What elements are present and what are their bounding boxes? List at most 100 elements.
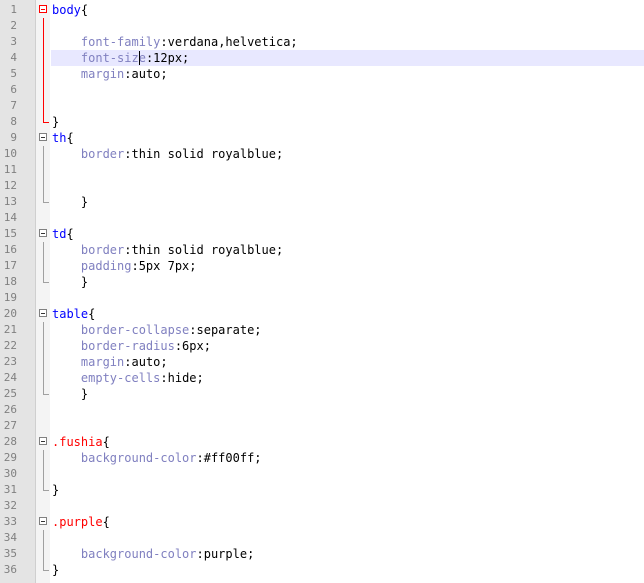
code-line[interactable]: 27: [0, 418, 644, 434]
code-text[interactable]: }: [52, 114, 59, 130]
code-token: padding: [80, 259, 132, 273]
fold-toggle-icon[interactable]: [39, 309, 47, 317]
code-text[interactable]: border:thin solid royalblue;: [52, 146, 283, 162]
fold-end-marker: [43, 482, 49, 491]
code-text[interactable]: empty-cells:hide;: [52, 370, 204, 386]
fold-guide: [43, 242, 44, 258]
fold-guide: [43, 258, 44, 274]
code-text[interactable]: }: [52, 562, 59, 578]
code-line[interactable]: 36}: [0, 562, 644, 578]
line-number: 2: [10, 19, 17, 32]
code-line[interactable]: 13 }: [0, 194, 644, 210]
fold-toggle-icon[interactable]: [39, 229, 47, 237]
code-line[interactable]: 17 padding:5px 7px;: [0, 258, 644, 274]
code-lines[interactable]: 1 body{2 3 font-family:verdana,helvetica; 4…: [0, 2, 644, 578]
code-line[interactable]: 5 margin:auto;: [0, 66, 644, 82]
fold-toggle-icon[interactable]: [39, 133, 47, 141]
code-line[interactable]: 23 margin:auto;: [0, 354, 644, 370]
code-line[interactable]: 20 table{: [0, 306, 644, 322]
code-token: :thin solid royalblue;: [124, 243, 284, 257]
code-line[interactable]: 22 border-radius:6px;: [0, 338, 644, 354]
code-text[interactable]: background-color:purple;: [52, 546, 254, 562]
code-editor[interactable]: 1 body{2 3 font-family:verdana,helvetica; 4…: [0, 0, 644, 583]
fold-toggle-icon[interactable]: [39, 517, 47, 525]
code-text[interactable]: }: [52, 482, 59, 498]
code-line[interactable]: 15 td{: [0, 226, 644, 242]
code-line[interactable]: 11: [0, 162, 644, 178]
line-number: 23: [3, 355, 17, 368]
code-line[interactable]: 7: [0, 98, 644, 114]
code-line[interactable]: 34: [0, 530, 644, 546]
code-token: }: [52, 483, 60, 497]
code-line[interactable]: 24 empty-cells:hide;: [0, 370, 644, 386]
code-token: background-color: [80, 547, 197, 561]
code-text[interactable]: th{: [52, 130, 74, 146]
code-text[interactable]: border-radius:6px;: [52, 338, 211, 354]
fold-guide: [43, 146, 44, 162]
code-line[interactable]: 28 .fushia{: [0, 434, 644, 450]
code-text[interactable]: .purple{: [52, 514, 110, 530]
code-token: {: [88, 307, 96, 321]
code-text[interactable]: border-collapse:separate;: [52, 322, 262, 338]
line-number: 19: [3, 291, 17, 304]
code-line[interactable]: 35 background-color:purple;: [0, 546, 644, 562]
code-line[interactable]: 8}: [0, 114, 644, 130]
line-number: 29: [3, 451, 17, 464]
code-text[interactable]: table{: [52, 306, 95, 322]
code-token: }: [80, 275, 89, 289]
code-token: th: [52, 131, 67, 145]
code-text[interactable]: td{: [52, 226, 74, 242]
line-number: 27: [3, 419, 17, 432]
code-text[interactable]: font-size:12px;: [52, 50, 189, 66]
code-token: background-color: [80, 451, 197, 465]
code-line[interactable]: 32: [0, 498, 644, 514]
code-token: :hide;: [160, 371, 204, 385]
code-line[interactable]: 18 }: [0, 274, 644, 290]
code-text[interactable]: }: [52, 274, 88, 290]
code-text[interactable]: .fushia{: [52, 434, 110, 450]
code-line[interactable]: 2: [0, 18, 644, 34]
code-text[interactable]: padding:5px 7px;: [52, 258, 197, 274]
code-line[interactable]: 4 font-size:12px;: [0, 50, 644, 66]
code-line[interactable]: 12: [0, 178, 644, 194]
code-text[interactable]: }: [52, 386, 88, 402]
code-line[interactable]: 10 border:thin solid royalblue;: [0, 146, 644, 162]
code-token: :purple;: [196, 547, 255, 561]
fold-toggle-icon[interactable]: [39, 437, 47, 445]
code-line[interactable]: 14: [0, 210, 644, 226]
line-number: 14: [3, 211, 17, 224]
code-text[interactable]: font-family:verdana,helvetica;: [52, 34, 298, 50]
code-text[interactable]: border:thin solid royalblue;: [52, 242, 283, 258]
code-line[interactable]: 3 font-family:verdana,helvetica;: [0, 34, 644, 50]
line-number: 20: [3, 307, 17, 320]
line-number: 22: [3, 339, 17, 352]
code-line[interactable]: 25 }: [0, 386, 644, 402]
code-text[interactable]: }: [52, 194, 88, 210]
code-line[interactable]: 1 body{: [0, 2, 644, 18]
code-line[interactable]: 21 border-collapse:separate;: [0, 322, 644, 338]
fold-toggle-icon[interactable]: [39, 5, 47, 13]
fold-end-marker: [43, 194, 49, 203]
code-token: border: [80, 243, 125, 257]
code-line[interactable]: 29 background-color:#ff00ff;: [0, 450, 644, 466]
code-line[interactable]: 30: [0, 466, 644, 482]
code-text[interactable]: margin:auto;: [52, 354, 168, 370]
code-line[interactable]: 31}: [0, 482, 644, 498]
code-line[interactable]: 19: [0, 290, 644, 306]
code-line[interactable]: 9 th{: [0, 130, 644, 146]
code-text[interactable]: margin:auto;: [52, 66, 168, 82]
code-text[interactable]: background-color:#ff00ff;: [52, 450, 262, 466]
line-number: 5: [10, 67, 17, 80]
code-line[interactable]: 6: [0, 82, 644, 98]
line-number: 11: [3, 163, 17, 176]
code-text[interactable]: body{: [52, 2, 88, 18]
code-line[interactable]: 16 border:thin solid royalblue;: [0, 242, 644, 258]
code-line[interactable]: 33 .purple{: [0, 514, 644, 530]
code-line[interactable]: 26: [0, 402, 644, 418]
